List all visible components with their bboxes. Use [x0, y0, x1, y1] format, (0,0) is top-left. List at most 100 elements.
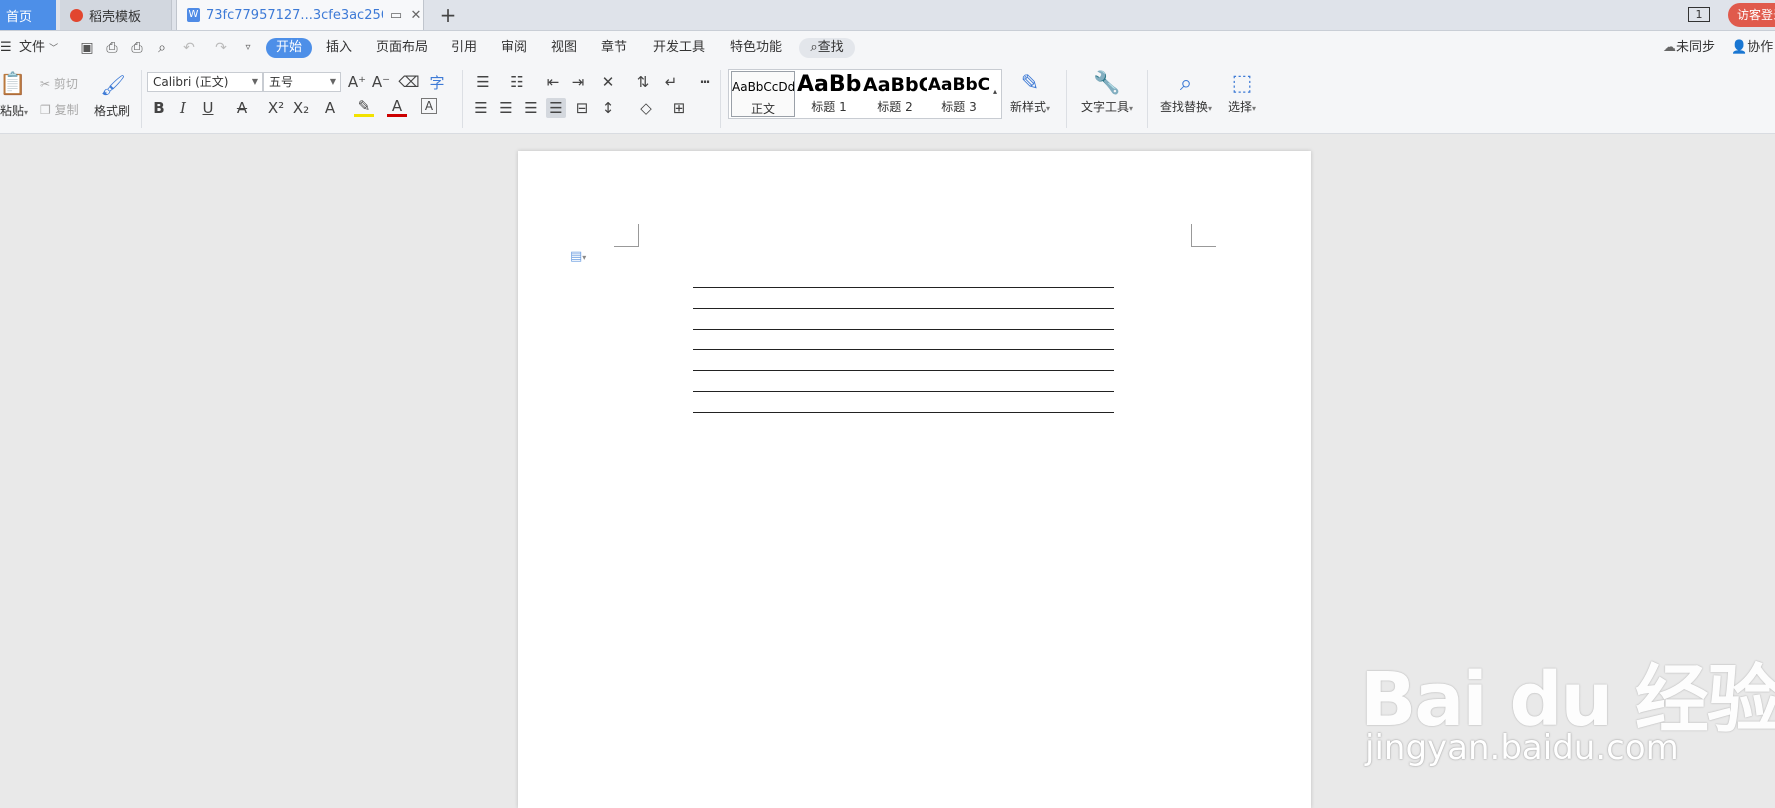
magnifier-icon: ⌕: [1179, 71, 1193, 96]
pinyin-icon[interactable]: 字: [427, 72, 447, 92]
font-size-value: 五号: [269, 75, 294, 89]
align-center-icon[interactable]: ☰: [496, 98, 516, 118]
menu-special-features[interactable]: 特色功能: [730, 31, 782, 65]
bold-icon[interactable]: B: [149, 98, 169, 118]
superscript-icon[interactable]: X²: [266, 98, 286, 118]
export-pdf-icon[interactable]: ⎙: [104, 40, 120, 56]
collab-button[interactable]: 👤协作: [1731, 31, 1773, 65]
menu-developer-tools[interactable]: 开发工具: [653, 31, 705, 65]
save-icon[interactable]: ▣: [79, 40, 95, 56]
visitor-login-button[interactable]: 访客登录: [1728, 3, 1775, 27]
tab-document[interactable]: W 73fc77957127...3cfe3ac2563f ▭ ✕: [176, 0, 424, 30]
watermark-url: jingyan.baidu.com: [1365, 728, 1679, 768]
scissors-icon: ✂: [40, 77, 51, 91]
menu-view[interactable]: 视图: [551, 31, 577, 65]
tab-home[interactable]: 首页: [0, 0, 56, 30]
print-icon[interactable]: ⎙: [129, 40, 145, 56]
paste-icon[interactable]: 📋: [0, 70, 27, 98]
italic-icon[interactable]: I: [173, 98, 193, 118]
select-button[interactable]: ⬚ 选择▾: [1222, 70, 1262, 115]
tab-document-label: 73fc77957127...3cfe3ac2563f: [206, 7, 383, 23]
shading-icon[interactable]: ◇: [636, 98, 656, 118]
document-page[interactable]: [518, 151, 1311, 808]
bullet-list-icon[interactable]: ☰: [473, 72, 493, 92]
shrink-font-icon[interactable]: A⁻: [371, 72, 391, 92]
text-tools-button[interactable]: 🔧 文字工具▾: [1074, 70, 1140, 115]
menu-start[interactable]: 开始: [266, 38, 312, 58]
format-painter-button[interactable]: 格式刷: [94, 102, 130, 119]
chinese-layout-icon[interactable]: ✕: [598, 72, 618, 92]
undo-icon[interactable]: ↶: [181, 40, 197, 56]
new-style-label: 新样式: [1009, 100, 1046, 114]
style-normal[interactable]: AaBbCcDd 正文: [731, 71, 795, 117]
subscript-icon[interactable]: X₂: [291, 98, 311, 118]
justify-icon[interactable]: ☰: [546, 98, 566, 118]
borders-icon[interactable]: ⊞: [669, 98, 689, 118]
menu-reference[interactable]: 引用: [451, 31, 477, 65]
select-cursor-icon: ⬚: [1231, 71, 1253, 96]
table-rule-line: [693, 308, 1114, 309]
cloud-icon: ☁: [1663, 40, 1676, 55]
search-label: 查找: [817, 40, 844, 55]
eraser-icon[interactable]: ⌫: [398, 72, 419, 92]
underline-icon[interactable]: U: [198, 98, 218, 118]
menu-page-layout[interactable]: 页面布局: [376, 31, 428, 65]
gallery-scroll-icon[interactable]: ▴: [990, 86, 1000, 96]
caret-down-icon: ▾: [24, 108, 29, 117]
font-color-icon[interactable]: A: [387, 97, 407, 117]
sync-status[interactable]: ☁未同步: [1663, 31, 1715, 65]
tab-template[interactable]: 稻壳模板: [60, 0, 172, 30]
sync-label: 未同步: [1676, 40, 1716, 55]
menu-insert[interactable]: 插入: [326, 31, 352, 65]
table-tabs-icon[interactable]: ┅: [695, 72, 715, 92]
increase-indent-icon[interactable]: ⇥: [568, 72, 588, 92]
new-tab-button[interactable]: +: [436, 2, 460, 28]
separator: [720, 70, 721, 128]
style-heading-3[interactable]: AaBbC 标题 3: [927, 70, 991, 118]
tab-template-label: 稻壳模板: [89, 9, 142, 25]
caret-down-icon: ▾: [1252, 104, 1257, 113]
monitor-icon[interactable]: ▭: [389, 8, 403, 23]
table-rule-line: [693, 391, 1114, 392]
menu-review[interactable]: 审阅: [501, 31, 527, 65]
paste-button[interactable]: 粘贴▾: [0, 102, 28, 119]
font-name-select[interactable]: Calibri (正文) ▼: [147, 72, 263, 92]
select-label: 选择: [1227, 100, 1252, 114]
numbered-list-icon[interactable]: ☷: [507, 72, 527, 92]
print-preview-icon[interactable]: ⌕: [154, 40, 170, 56]
caret-down-icon: ▾: [1046, 104, 1051, 113]
find-replace-button[interactable]: ⌕ 查找替换▾: [1153, 70, 1219, 115]
show-marks-icon[interactable]: ↵: [661, 72, 681, 92]
grow-font-icon[interactable]: A⁺: [347, 72, 367, 92]
style-heading-2[interactable]: AaBbC 标题 2: [863, 70, 927, 118]
hamburger-icon[interactable]: ☰: [0, 31, 12, 65]
redo-icon[interactable]: ↷: [213, 40, 229, 56]
window-count-badge[interactable]: 1: [1688, 7, 1710, 22]
font-size-select[interactable]: 五号 ▼: [263, 72, 341, 92]
distribute-icon[interactable]: ⊟: [572, 98, 592, 118]
customize-toolbar-icon[interactable]: ▿: [240, 40, 256, 56]
copy-button[interactable]: ❐ 复制: [40, 101, 79, 118]
tab-home-label: 首页: [6, 9, 33, 25]
align-left-icon[interactable]: ☰: [471, 98, 491, 118]
style-heading-1[interactable]: AaBb 标题 1: [797, 70, 861, 118]
style-name: 标题 3: [941, 100, 977, 114]
style-preview: AaBbC: [927, 75, 991, 95]
close-icon[interactable]: ✕: [409, 8, 423, 23]
char-border-icon[interactable]: A: [421, 98, 437, 114]
new-style-icon: ✎: [1020, 71, 1040, 96]
menu-chapter[interactable]: 章节: [601, 31, 627, 65]
paragraph-layout-icon[interactable]: ▤▾: [570, 250, 590, 264]
line-spacing-icon[interactable]: ↕: [598, 98, 618, 118]
cut-button[interactable]: ✂ 剪切: [40, 75, 78, 92]
menu-file[interactable]: 文件 ﹀: [19, 31, 58, 65]
format-painter-icon[interactable]: 🖌: [100, 72, 125, 98]
new-style-button[interactable]: ✎ 新样式▾: [1006, 70, 1054, 115]
search-button[interactable]: ⌕查找: [799, 38, 855, 58]
highlight-icon[interactable]: ✎: [354, 97, 374, 117]
strikethrough-icon[interactable]: A: [232, 98, 252, 118]
text-effect-icon[interactable]: A: [320, 98, 340, 118]
decrease-indent-icon[interactable]: ⇤: [543, 72, 563, 92]
align-right-icon[interactable]: ☰: [521, 98, 541, 118]
text-direction-icon[interactable]: ⇅: [633, 72, 653, 92]
